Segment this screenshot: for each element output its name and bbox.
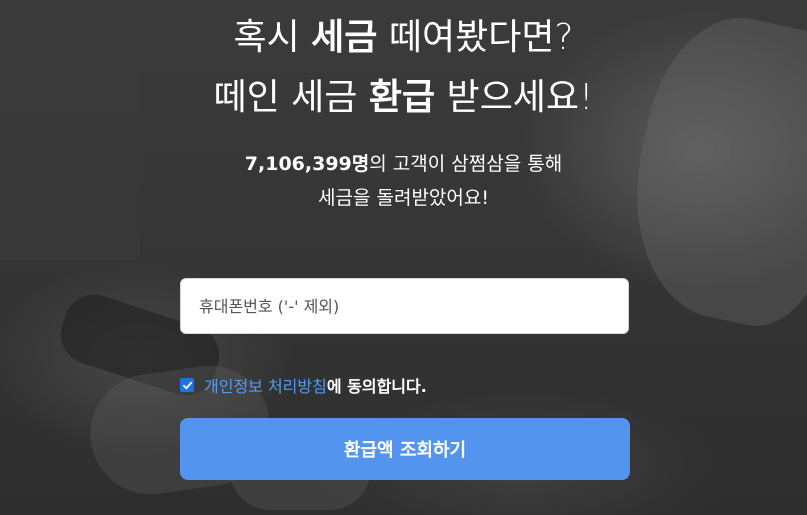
subtext-line-2: 세금을 돌려받았어요! xyxy=(318,187,489,209)
headline-line-2: 떼인 세금 환급 받으세요! xyxy=(0,74,807,122)
privacy-agreement-suffix: 에 동의합니다. xyxy=(326,377,427,396)
phone-number-input[interactable] xyxy=(180,278,629,334)
customer-count: 7,106,399명 xyxy=(244,153,370,175)
privacy-agreement: 개인정보 처리방침 에 동의합니다. xyxy=(180,372,427,398)
privacy-policy-link[interactable]: 개인정보 처리방침 xyxy=(204,373,327,397)
headline-line-2-emphasis: 환급 xyxy=(368,77,436,118)
subtext-line-1: 7,106,399명의 고객이 삼쩜삼을 통해 xyxy=(0,150,807,178)
headline-line-2-pre: 떼인 세금 xyxy=(213,77,369,118)
subtext-line-1-rest: 의 고객이 삼쩜삼을 통해 xyxy=(369,153,563,175)
headline-line-2-post: 받으세요! xyxy=(435,77,594,118)
check-refund-button[interactable]: 환급액 조회하기 xyxy=(180,418,630,480)
hero-section: 혹시 세금 떼여봤다면? 떼인 세금 환급 받으세요! 7,106,399명의 … xyxy=(0,0,807,515)
privacy-checkbox[interactable] xyxy=(180,378,194,392)
headline-line-1-emphasis: 세금 xyxy=(311,17,378,58)
headline-line-1-post: 떼여봤다면? xyxy=(377,17,574,58)
headline-line-1-pre: 혹시 xyxy=(233,17,312,58)
checkmark-icon xyxy=(182,381,192,389)
headline-line-1: 혹시 세금 떼여봤다면? xyxy=(0,14,807,62)
